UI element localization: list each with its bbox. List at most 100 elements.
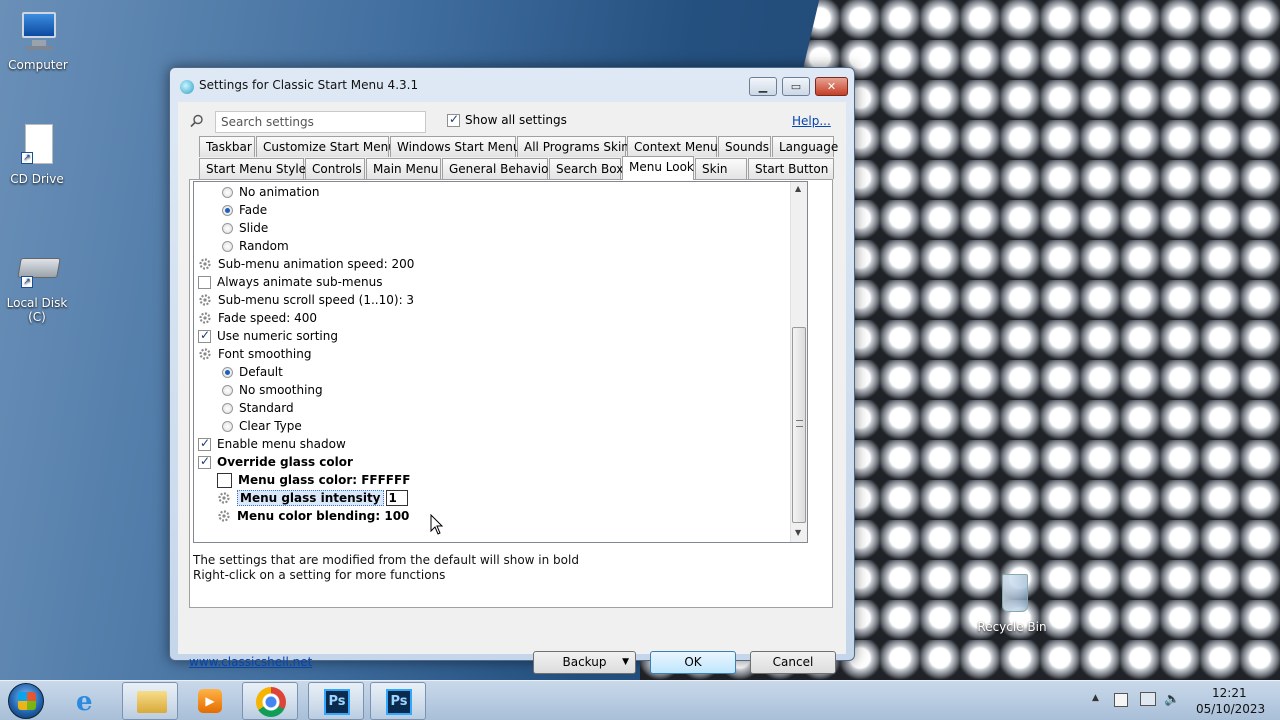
setting-row[interactable]: Default — [222, 363, 283, 381]
clock-time[interactable]: 12:21 — [1212, 686, 1247, 700]
cd-drive-icon: ↗ — [13, 124, 61, 168]
desktop-icon-recycle-bin[interactable]: Recycle Bin — [972, 572, 1052, 634]
setting-row[interactable]: Standard — [222, 399, 294, 417]
radio-button[interactable] — [222, 186, 233, 198]
close-button[interactable]: ✕ — [815, 77, 848, 96]
checkbox[interactable] — [198, 454, 211, 469]
ok-button[interactable]: OK — [650, 651, 736, 674]
setting-label: Use numeric sorting — [217, 329, 338, 343]
setting-row[interactable]: Sub-menu animation speed: 200 — [198, 255, 414, 273]
search-icon — [190, 114, 203, 128]
tab-controls[interactable]: Controls — [305, 158, 365, 179]
desktop-icon-local-disk[interactable]: ↗ Local Disk (C) — [0, 248, 77, 324]
volume-icon[interactable]: 🔈 — [1164, 692, 1180, 707]
settings-window: Settings for Classic Start Menu 4.3.1 ▁ … — [169, 67, 855, 674]
tab-menu-look[interactable]: Menu Look — [622, 156, 694, 180]
internet-explorer-icon: e — [76, 687, 93, 717]
setting-label: Menu glass intensity — [237, 490, 384, 506]
show-all-label: Show all settings — [465, 113, 567, 127]
setting-row[interactable]: Menu glass intensity 1 — [217, 489, 408, 507]
setting-row[interactable]: Menu color blending: 100 — [217, 507, 409, 525]
setting-row[interactable]: Random — [222, 237, 289, 255]
show-hidden-icons-icon[interactable]: ▲ — [1092, 693, 1099, 703]
tab-sounds[interactable]: Sounds — [718, 136, 771, 157]
vertical-scrollbar[interactable]: ▲ ▼ — [790, 182, 807, 542]
setting-row[interactable]: Sub-menu scroll speed (1..10): 3 — [198, 291, 414, 309]
radio-button[interactable] — [222, 240, 233, 252]
setting-row[interactable]: No smoothing — [222, 381, 323, 399]
setting-row[interactable]: Always animate sub-menus — [198, 273, 382, 291]
mouse-cursor-icon — [430, 514, 444, 535]
tab-language[interactable]: Language — [772, 136, 838, 157]
tab-main-menu[interactable]: Main Menu — [366, 158, 441, 179]
taskbar-photoshop-2[interactable]: Ps — [370, 682, 426, 720]
taskbar-internet-explorer[interactable]: e — [62, 682, 118, 720]
setting-row[interactable]: Menu glass color: FFFFFF — [217, 471, 410, 489]
windows-logo-icon — [18, 692, 36, 710]
radio-button[interactable] — [222, 420, 233, 432]
setting-label: Override glass color — [217, 455, 353, 469]
radio-button[interactable] — [222, 384, 233, 396]
settings-list[interactable]: No animation Fade Slide Random Sub-menu anim… — [193, 181, 808, 543]
tab-taskbar[interactable]: Taskbar — [199, 136, 255, 157]
tab-start-button[interactable]: Start Button — [748, 158, 834, 179]
desktop-icon-label: Local Disk (C) — [6, 296, 68, 324]
radio-button[interactable] — [222, 366, 233, 378]
color-swatch[interactable] — [217, 472, 232, 488]
tab-skin[interactable]: Skin — [695, 158, 747, 179]
checkbox[interactable] — [198, 436, 211, 451]
setting-row[interactable]: No animation — [222, 183, 319, 201]
desktop-icon-cd-drive[interactable]: ↗ CD Drive — [0, 124, 77, 186]
desktop-icon-label: Computer — [8, 58, 68, 72]
title-bar[interactable]: Settings for Classic Start Menu 4.3.1 ▁ … — [170, 68, 854, 102]
setting-row[interactable]: Enable menu shadow — [198, 435, 346, 453]
setting-row[interactable]: Override glass color — [198, 453, 353, 471]
setting-row[interactable]: Slide — [222, 219, 268, 237]
taskbar-file-explorer[interactable] — [122, 682, 178, 720]
tab-general-behavior[interactable]: General Behavior — [442, 158, 553, 179]
tab-customize-start-menu[interactable]: Customize Start Menu — [256, 136, 396, 157]
radio-button[interactable] — [222, 204, 233, 216]
tab-all-programs-skin[interactable]: All Programs Skin — [517, 136, 629, 157]
scroll-up-arrow-icon[interactable]: ▲ — [795, 184, 801, 193]
gear-icon — [199, 294, 211, 306]
setting-label: Enable menu shadow — [217, 437, 346, 451]
maximize-button[interactable]: ▭ — [782, 77, 810, 96]
taskbar-media-player[interactable]: ▶ — [182, 682, 238, 720]
tab-start-menu-style[interactable]: Start Menu Style — [199, 158, 306, 179]
checkbox[interactable] — [198, 328, 211, 343]
network-icon[interactable] — [1140, 692, 1156, 706]
radio-button[interactable] — [222, 402, 233, 414]
taskbar-photoshop-1[interactable]: Ps — [308, 682, 364, 720]
checkbox-box[interactable] — [447, 112, 460, 127]
scroll-down-arrow-icon[interactable]: ▼ — [795, 528, 801, 537]
value-edit-input[interactable]: 1 — [385, 490, 408, 506]
minimize-button[interactable]: ▁ — [749, 77, 777, 96]
show-all-settings-checkbox[interactable]: Show all settings — [447, 112, 567, 127]
setting-label: Menu glass color: FFFFFF — [238, 473, 411, 487]
clock-date[interactable]: 05/10/2023 — [1196, 702, 1265, 716]
setting-row[interactable]: Clear Type — [222, 417, 302, 435]
tab-context-menu[interactable]: Context Menu — [627, 136, 718, 157]
tab-windows-start-menu[interactable]: Windows Start Menu — [390, 136, 520, 157]
taskbar: e ▶ Ps Ps ▲ 🔈 12:21 05/10/2023 — [0, 680, 1280, 720]
setting-row[interactable]: Fade — [222, 201, 267, 219]
scrollbar-thumb[interactable] — [792, 327, 806, 523]
radio-button[interactable] — [222, 222, 233, 234]
search-input[interactable] — [215, 111, 426, 133]
taskbar-chrome[interactable] — [242, 682, 298, 720]
website-link[interactable]: www.classicshell.net — [189, 655, 312, 669]
backup-button[interactable]: Backup ▼ — [533, 651, 636, 674]
setting-row[interactable]: Fade speed: 400 — [198, 309, 317, 327]
checkbox[interactable] — [198, 275, 211, 289]
start-button[interactable] — [8, 683, 44, 719]
help-link[interactable]: Help... — [792, 114, 831, 128]
setting-row[interactable]: Font smoothing — [198, 345, 311, 363]
setting-label: Fade — [239, 203, 268, 217]
cancel-button[interactable]: Cancel — [750, 651, 836, 674]
setting-row[interactable]: Use numeric sorting — [198, 327, 338, 345]
action-center-icon[interactable] — [1114, 693, 1128, 707]
tab-search-box[interactable]: Search Box — [549, 158, 623, 179]
desktop-icon-computer[interactable]: Computer — [0, 10, 78, 72]
setting-label: Clear Type — [239, 419, 302, 433]
